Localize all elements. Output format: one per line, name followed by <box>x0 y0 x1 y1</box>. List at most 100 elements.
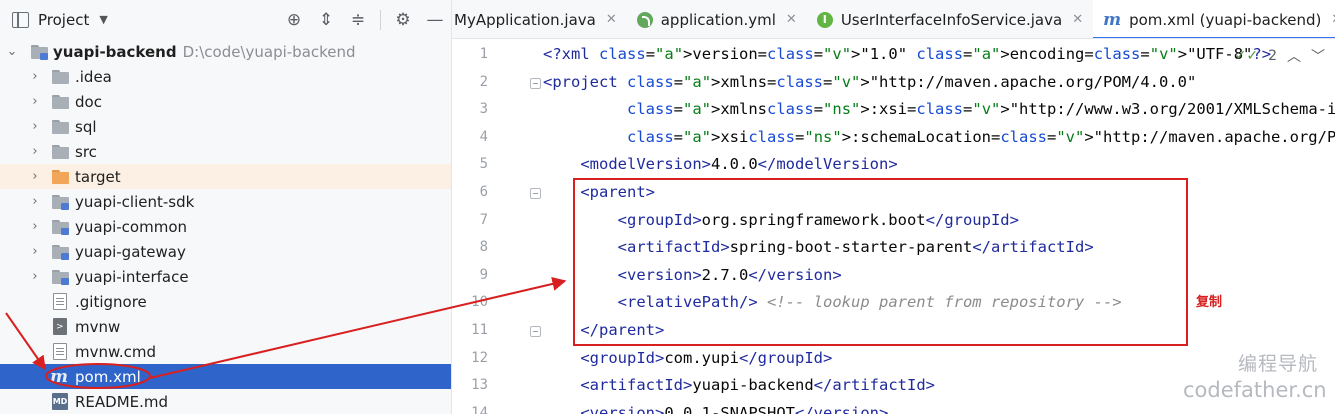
code-line[interactable]: <groupId>com.yupi</groupId> <box>543 345 832 372</box>
close-icon[interactable]: ✕ <box>606 12 617 27</box>
code-line[interactable]: <artifactId>yuapi-backend</artifactId> <box>543 372 935 399</box>
settings-icon[interactable]: ⚙ <box>387 0 419 39</box>
chevron-down-icon[interactable]: ﹀ <box>1311 46 1325 66</box>
module-folder-icon <box>52 269 70 285</box>
tree-row-file[interactable]: .gitignore <box>0 289 451 314</box>
toolbar-divider <box>380 9 381 30</box>
chevron-right-icon[interactable]: › <box>28 169 42 184</box>
fold-marker-icon[interactable] <box>530 326 541 337</box>
close-icon[interactable]: ✕ <box>1331 12 1335 27</box>
tree-item-label: target <box>75 167 121 186</box>
fold-marker-icon[interactable] <box>530 77 541 89</box>
tree-item-label: sql <box>75 117 97 136</box>
interface-icon: I <box>816 11 833 28</box>
spring-leaf-icon <box>636 11 653 28</box>
executable-file-icon: > <box>53 318 67 335</box>
highlight-box <box>573 178 1188 346</box>
tab-pom-xml[interactable]: m pom.xml (yuapi-backend) ✕ <box>1093 0 1335 38</box>
chevron-right-icon[interactable]: › <box>28 69 42 84</box>
tree-row-module[interactable]: › yuapi-client-sdk <box>0 189 451 214</box>
chevron-right-icon[interactable]: › <box>28 244 42 259</box>
tree-row-module[interactable]: › yuapi-interface <box>0 264 451 289</box>
line-number: 3 <box>479 101 488 118</box>
inspection-widget[interactable]: ✓✓ 2 ︿ ﹀ <box>1235 46 1325 66</box>
code-line[interactable]: class="a">xsiclass="ns">:schemaLocation=… <box>543 124 1335 151</box>
project-toolbar: ⊕ ⇕ ≑ ⚙ — <box>278 0 451 39</box>
code-line[interactable]: <project class="a">xmlns=class="v">"http… <box>543 69 1196 96</box>
tab-label: UserInterfaceInfoService.java <box>840 10 1063 29</box>
line-number: 9 <box>479 266 488 283</box>
locate-icon[interactable]: ⊕ <box>278 0 310 39</box>
line-number: 14 <box>471 404 488 414</box>
maven-icon: m <box>50 366 68 387</box>
text-file-icon <box>53 343 67 360</box>
tree-item-label: pom.xml <box>75 367 141 386</box>
line-number: 12 <box>471 349 488 366</box>
tab-userinterfaceinfoservice[interactable]: I UserInterfaceInfoService.java ✕ <box>807 0 1093 38</box>
tree-row-file[interactable]: MD README.md <box>0 389 451 414</box>
tree-row-excluded-folder[interactable]: › target <box>0 164 451 189</box>
code-line[interactable]: class="a">xmlnsclass="ns">:xsi=class="v"… <box>543 96 1335 123</box>
module-folder-icon <box>52 244 70 260</box>
tree-item-label: doc <box>75 92 102 111</box>
folder-icon <box>52 94 70 110</box>
code-line[interactable]: <version>0.0.1-SNAPSHOT</version> <box>543 400 888 414</box>
line-number: 7 <box>479 211 488 228</box>
close-icon[interactable]: ✕ <box>786 12 797 27</box>
code-line[interactable]: <modelVersion>4.0.0</modelVersion> <box>543 151 897 178</box>
line-number: 13 <box>471 377 488 394</box>
chevron-right-icon[interactable]: › <box>28 269 42 284</box>
chevron-right-icon[interactable]: › <box>28 119 42 134</box>
folder-icon <box>52 69 70 85</box>
tree-item-label: yuapi-interface <box>75 267 189 286</box>
chevron-down-icon[interactable]: ▼ <box>99 13 107 26</box>
tree-row-file[interactable]: mvnw.cmd <box>0 339 451 364</box>
chevron-right-icon[interactable]: › <box>28 94 42 109</box>
project-panel-title[interactable]: Project <box>38 11 89 29</box>
tree-item-label: .idea <box>75 67 112 86</box>
tree-root-path: D:\code\yuapi-backend <box>182 42 356 61</box>
excluded-folder-icon <box>52 169 70 185</box>
tree-row-file-selected[interactable]: m pom.xml <box>0 364 451 389</box>
watermark-url: codefather.cn <box>1183 378 1327 402</box>
line-number: 6 <box>479 184 488 200</box>
code-line[interactable]: <?xml class="a">version=class="v">"1.0" … <box>543 41 1271 68</box>
chevron-right-icon[interactable]: › <box>28 219 42 234</box>
expand-all-icon[interactable]: ⇕ <box>310 0 342 39</box>
chevron-right-icon[interactable]: › <box>28 194 42 209</box>
module-folder-icon <box>52 219 70 235</box>
tree-row-root[interactable]: ⌄ yuapi-backend D:\code\yuapi-backend <box>0 39 451 64</box>
chevron-right-icon[interactable]: › <box>28 144 42 159</box>
project-view-icon <box>12 11 29 28</box>
line-gutter: 1 2 3 4 5 6 7 8 9 10 11 12 13 14 <box>452 39 541 414</box>
module-folder-icon <box>31 44 49 60</box>
tree-item-label: src <box>75 142 97 161</box>
tab-application-yml[interactable]: application.yml ✕ <box>627 0 807 38</box>
chevron-down-icon[interactable]: ⌄ <box>5 44 19 59</box>
tab-myapplication[interactable]: MyApplication.java ✕ <box>452 0 627 38</box>
tree-row-module[interactable]: › yuapi-common <box>0 214 451 239</box>
minimize-icon[interactable]: — <box>419 0 451 39</box>
tree-row-folder[interactable]: › doc <box>0 89 451 114</box>
tab-label: MyApplication.java <box>454 10 596 29</box>
tree-row-file[interactable]: > mvnw <box>0 314 451 339</box>
tree-row-folder[interactable]: › .idea <box>0 64 451 89</box>
fold-marker-icon[interactable] <box>530 188 541 199</box>
tree-row-module[interactable]: › yuapi-gateway <box>0 239 451 264</box>
close-icon[interactable]: ✕ <box>1072 12 1083 27</box>
project-panel-header: Project ▼ ⊕ ⇕ ≑ ⚙ — <box>0 0 451 39</box>
tree-item-label: .gitignore <box>75 292 147 311</box>
tree-item-label: mvnw <box>75 317 121 336</box>
project-panel: Project ▼ ⊕ ⇕ ≑ ⚙ — ⌄ yuapi-backend D:\co… <box>0 0 451 414</box>
module-folder-icon <box>52 194 70 210</box>
line-number: 4 <box>479 128 488 145</box>
folder-icon <box>52 144 70 160</box>
tree-row-folder[interactable]: › sql <box>0 114 451 139</box>
tree-row-folder[interactable]: › src <box>0 139 451 164</box>
line-number: 8 <box>479 239 488 256</box>
watermark-title: 编程导航 <box>1238 353 1319 375</box>
collapse-all-icon[interactable]: ≑ <box>342 0 374 39</box>
text-file-icon <box>53 293 67 310</box>
chevron-up-icon[interactable]: ︿ <box>1287 46 1301 66</box>
project-tree: ⌄ yuapi-backend D:\code\yuapi-backend › .… <box>0 39 451 414</box>
